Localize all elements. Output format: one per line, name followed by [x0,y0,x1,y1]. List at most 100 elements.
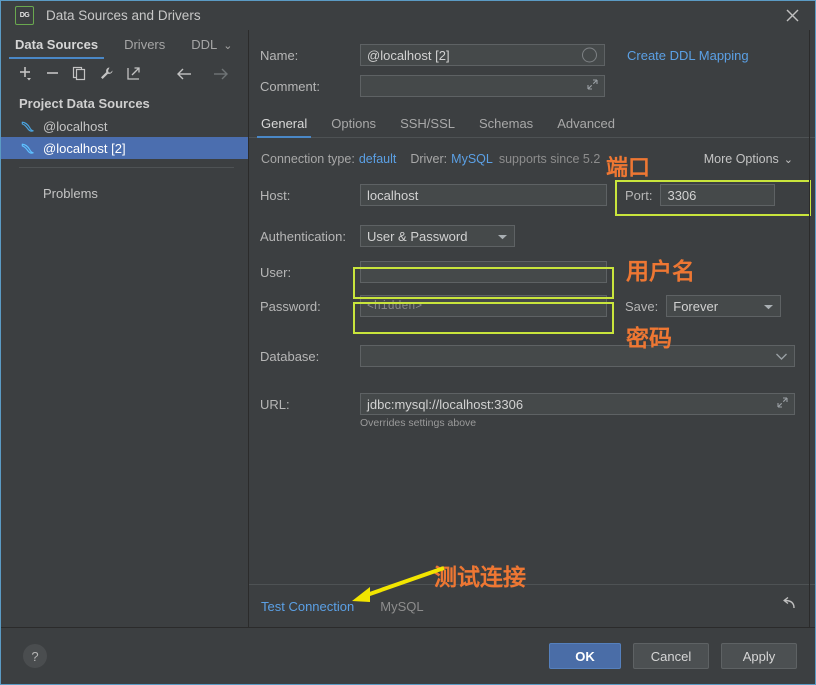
user-row: User: [249,261,815,283]
dolphin-glyph [21,121,34,132]
tree-group-header: Project Data Sources [19,96,150,111]
title-bar: DG Data Sources and Drivers [1,1,815,30]
authentication-select[interactable]: User & Password [360,225,515,247]
expand-icon[interactable] [777,397,788,411]
dialog-button-bar: ? OK Cancel Apply [1,627,815,684]
tab-options-label: Options [331,116,377,131]
tab-ssh-ssl[interactable]: SSH/SSL [400,116,455,137]
host-input[interactable]: localhost [360,184,607,206]
port-label: Port: [625,187,653,203]
save-select[interactable]: Forever [666,295,782,317]
user-label: User: [260,264,292,280]
comment-input[interactable] [360,75,605,97]
apply-button[interactable]: Apply [721,643,797,669]
revert-icon[interactable] [781,596,797,617]
driver-label: Driver: [410,152,448,166]
tab-general-label: General [261,116,308,131]
host-row: Host: localhost Port: 3306 [249,184,815,206]
save-value: Forever [673,298,719,314]
comment-label: Comment: [260,78,320,94]
url-hint: Overrides settings above [360,417,477,429]
connection-type-row: Connection type: default Driver: MySQL s… [249,152,815,166]
sidebar-toolbar [1,59,248,88]
user-input[interactable] [360,261,607,283]
wrench-glyph [100,67,113,79]
settings-tabbar: General Options SSH/SSL Schemas Advanced [249,110,815,138]
color-swatch-icon[interactable] [582,47,597,63]
list-item[interactable]: @localhost [2] [1,137,248,159]
name-input[interactable]: @localhost [2] [360,44,605,66]
tab-schemas[interactable]: Schemas [479,116,533,137]
url-label: URL: [260,396,290,412]
password-row: Password: <hidden> Save: Forever [249,295,815,317]
chevron-down-glyph [776,353,787,360]
tab-data-sources-label: Data Sources [15,37,99,52]
apply-label: Apply [742,648,776,664]
back-icon[interactable] [172,63,196,85]
copy-icon[interactable] [67,63,91,85]
tab-ddl-label: DDL [191,37,218,52]
jump-to-icon[interactable] [121,63,145,85]
chevron-down-icon: ⌄ [783,153,793,166]
add-icon[interactable] [13,63,37,85]
cancel-label: Cancel [650,648,692,664]
expand-icon[interactable] [587,79,598,93]
list-item[interactable]: @localhost [1,115,248,137]
name-input-value: @localhost [2] [367,47,450,63]
cancel-button[interactable]: Cancel [633,643,709,669]
close-glyph [786,9,798,22]
tab-options[interactable]: Options [331,116,376,137]
dolphin-glyph [21,143,34,154]
forward-icon [208,63,232,85]
database-select[interactable] [360,345,795,367]
chevron-down-glyph [498,234,507,239]
tab-drivers[interactable]: Drivers [124,37,165,59]
authentication-row: Authentication: User & Password [249,225,815,247]
action-buttons: OK Cancel Apply [549,643,797,669]
more-options-button[interactable]: More Options ⌄ [704,152,793,166]
ok-button[interactable]: OK [549,643,621,669]
host-input-value: localhost [367,187,419,203]
copy-glyph [72,66,85,81]
tab-advanced[interactable]: Advanced [557,116,615,137]
tab-advanced-label: Advanced [557,116,616,131]
ok-label: OK [575,648,595,664]
test-connection-link[interactable]: Test Connection [261,599,354,614]
mysql-dolphin-icon [19,118,35,134]
expand-glyph [777,397,788,408]
remove-icon[interactable] [40,63,64,85]
mysql-dolphin-icon [19,140,35,156]
driver-value[interactable]: MySQL [451,152,493,166]
chevron-down-icon[interactable]: ⌄ [223,39,232,59]
properties-wrench-icon[interactable] [94,63,118,85]
arrow-left-glyph [176,68,191,79]
tab-data-sources[interactable]: Data Sources [8,37,105,59]
url-row: URL: jdbc:mysql://localhost:3306 [249,393,815,415]
list-item-label: @localhost [2] [43,140,126,156]
sidebar-item-problems[interactable]: Problems [1,182,248,204]
tab-ddl[interactable]: DDL [191,37,217,59]
plus-glyph [19,67,31,81]
tab-general[interactable]: General [256,116,312,138]
connection-type-value[interactable]: default [359,152,397,166]
password-placeholder: <hidden> [367,299,423,313]
help-button[interactable]: ? [23,644,47,668]
settings-form: Name: @localhost [2] Create DDL Mapping … [249,30,815,438]
more-options-label: More Options [703,152,779,166]
host-label: Host: [260,187,291,203]
data-source-tree: Project Data Sources @localhost @localho… [1,88,248,627]
expand-glyph [587,79,598,90]
chevron-down-icon [763,299,774,314]
external-link-glyph [126,67,140,80]
url-input[interactable]: jdbc:mysql://localhost:3306 [360,393,795,415]
port-input-value: 3306 [667,187,697,203]
create-ddl-mapping-link[interactable]: Create DDL Mapping [627,48,749,63]
authentication-label: Authentication: [260,228,347,244]
data-sources-dialog: DG Data Sources and Drivers Data Sources… [0,0,816,685]
panel-footer: Test Connection MySQL [249,584,815,627]
close-icon[interactable] [769,1,815,30]
revert-glyph [783,596,795,608]
main-panel: Name: @localhost [2] Create DDL Mapping … [249,30,815,627]
password-input[interactable]: <hidden> [360,295,607,317]
port-input[interactable]: 3306 [660,184,776,206]
